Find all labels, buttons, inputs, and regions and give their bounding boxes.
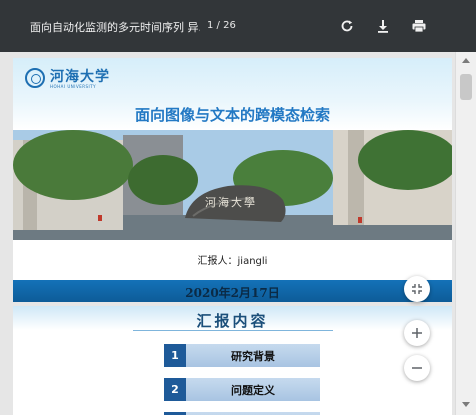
presentation-date: 2020年2月17日 xyxy=(185,286,280,300)
heading-divider xyxy=(133,330,333,331)
document-area[interactable]: 河海大学 HOHAI UNIVERSITY 面向图像与文本的跨模态检索 河海大學… xyxy=(0,52,455,415)
zoom-out-button[interactable] xyxy=(404,355,430,381)
reporter-text: 汇报人：jiangli xyxy=(197,256,268,267)
pdf-viewer: 面向自动化监测的多元时间序列 异... 1 / 26 河海大学 HOHAI UN… xyxy=(0,0,476,415)
download-button[interactable] xyxy=(373,16,393,36)
print-icon xyxy=(412,20,426,33)
logo-subtext: HOHAI UNIVERSITY xyxy=(50,84,97,89)
toc-number: 2 xyxy=(164,378,186,401)
rotate-icon xyxy=(341,20,353,32)
scroll-up-icon[interactable] xyxy=(462,58,470,63)
zoom-in-button[interactable] xyxy=(404,320,430,346)
zoom-out-icon xyxy=(412,367,422,369)
toc-label: 问题定义 xyxy=(231,383,275,397)
download-icon xyxy=(378,20,388,33)
pdf-page-2: 汇报内容 1 研究背景 2 问题定义 xyxy=(13,306,452,415)
campus-photo: 河海大學 xyxy=(13,130,452,240)
pdf-page-1: 河海大学 HOHAI UNIVERSITY 面向图像与文本的跨模态检索 河海大學… xyxy=(13,58,452,302)
fit-page-button[interactable] xyxy=(404,276,430,302)
slide-title: 面向图像与文本的跨模态检索 xyxy=(134,106,330,124)
fit-page-icon xyxy=(412,284,422,294)
toc-item: 2 问题定义 xyxy=(164,378,320,401)
outline-heading: 汇报内容 xyxy=(196,312,269,330)
rotate-button[interactable] xyxy=(337,16,357,36)
stone-inscription: 河海大學 xyxy=(205,196,257,209)
scroll-thumb[interactable] xyxy=(460,74,472,100)
logo-text: 河海大学 xyxy=(50,69,110,85)
document-title: 面向自动化监测的多元时间序列 异... xyxy=(30,21,200,34)
toc-label: 研究背景 xyxy=(231,349,275,363)
print-button[interactable] xyxy=(409,16,429,36)
toc-item: 1 研究背景 xyxy=(164,344,320,367)
vertical-scrollbar[interactable] xyxy=(455,52,476,415)
university-logo-icon xyxy=(25,68,45,88)
viewer-toolbar: 面向自动化监测的多元时间序列 异... 1 / 26 xyxy=(0,0,476,52)
toc-number: 1 xyxy=(164,344,186,367)
scroll-down-icon[interactable] xyxy=(462,402,470,407)
zoom-in-icon xyxy=(412,328,422,338)
page-indicator[interactable]: 1 / 26 xyxy=(207,20,236,31)
